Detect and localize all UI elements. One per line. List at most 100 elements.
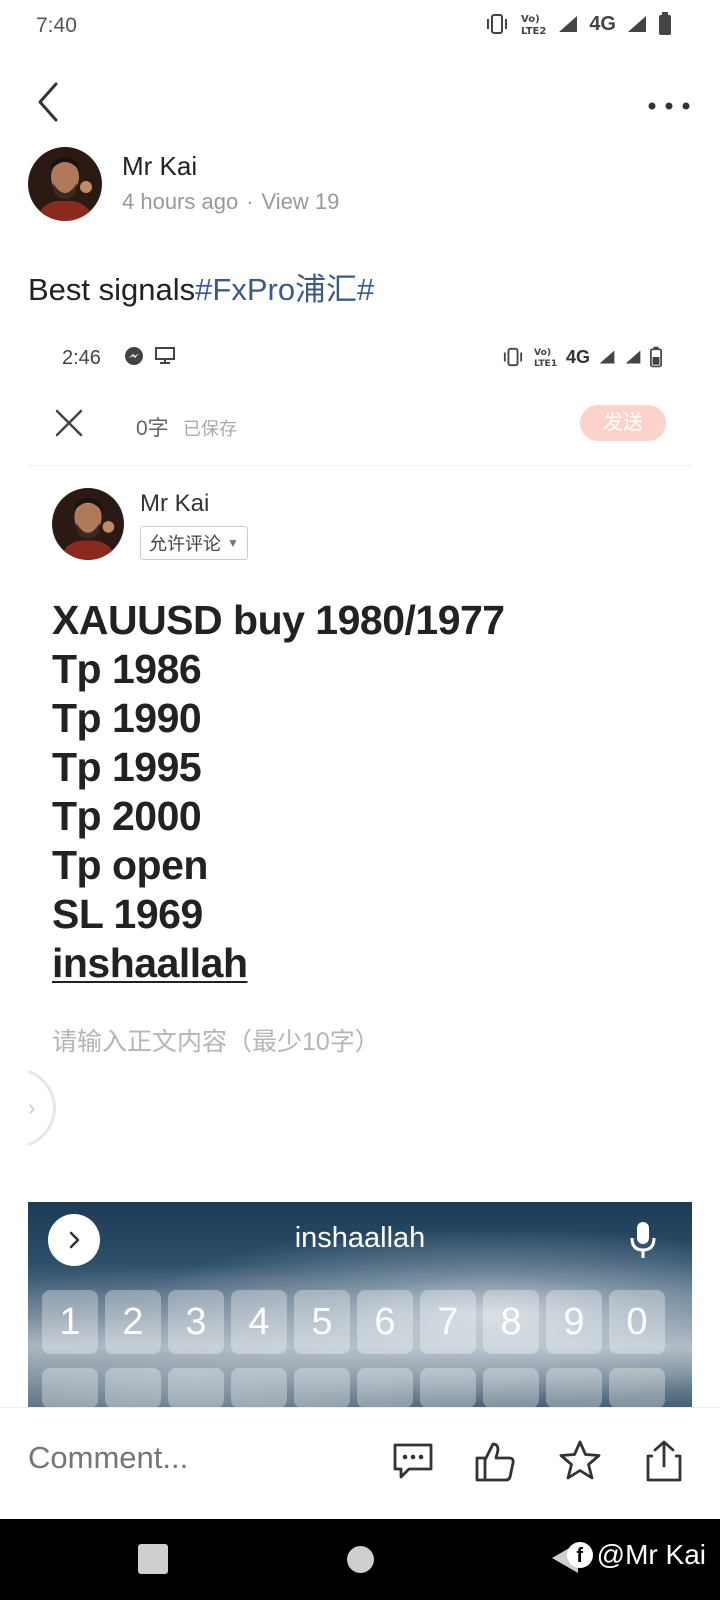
keyboard-key[interactable] [483,1368,539,1408]
post-image[interactable]: 2:46 Vo) LTE1 4G 0字 已保存 发送 Mr Kai 允许评论 ▼… [28,330,692,1408]
image-signal-icon [599,350,615,364]
keyboard-key[interactable] [420,1368,476,1408]
view-count: View 19 [261,189,340,214]
bottom-action-bar [0,1407,720,1519]
svg-text:Vo): Vo) [521,14,540,25]
signal-line: Tp open [52,842,208,888]
saved-status: 已保存 [183,419,237,439]
svg-text:Vo): Vo) [534,347,551,358]
facebook-logo-icon: f [566,1542,593,1568]
keyboard-key[interactable] [168,1368,224,1408]
key-7[interactable]: 7 [420,1290,476,1354]
chevron-right-icon: › [28,1095,36,1120]
keyboard-key[interactable] [357,1368,413,1408]
key-4[interactable]: 4 [231,1290,287,1354]
keyboard: inshaallah 1 2 3 4 5 6 7 8 9 0 [28,1202,692,1408]
status-time: 7:40 [36,14,77,37]
svg-text:LTE2: LTE2 [521,26,546,36]
messenger-icon [125,347,143,365]
signal-line: Tp 1995 [52,744,202,790]
keyboard-number-row: 1 2 3 4 5 6 7 8 9 0 [42,1290,665,1354]
watermark-text: @Mr Kai [596,1539,706,1570]
comment-icon[interactable] [390,1438,436,1484]
microphone-icon[interactable] [628,1220,658,1260]
key-3[interactable]: 3 [168,1290,224,1354]
more-options-icon[interactable] [644,80,694,120]
signal-last-line: inshaallah [52,940,248,986]
image-network-type: 4G [565,346,590,367]
svg-text:LTE1: LTE1 [534,358,557,368]
author-name[interactable]: Mr Kai [122,151,197,182]
post-meta: 4 hours ago · View 19 [122,189,339,215]
close-icon[interactable] [54,408,84,438]
image-status-bar: 2:46 Vo) LTE1 4G [28,330,692,386]
signal-line: Tp 1986 [52,646,202,692]
status-bar: 7:40 Vo) LTE2 4G [0,0,720,54]
keyboard-key[interactable] [294,1368,350,1408]
comment-input[interactable] [28,1440,358,1476]
image-battery-icon [650,346,662,368]
keyboard-letter-row [42,1368,665,1408]
watermark: f @Mr Kai [566,1539,706,1571]
top-bar [0,70,720,130]
status-icons: Vo) LTE2 4G [485,12,672,36]
recent-apps-button[interactable] [138,1544,168,1574]
keyboard-key[interactable] [546,1368,602,1408]
home-button[interactable] [347,1546,374,1573]
share-icon[interactable] [641,1438,687,1484]
send-button[interactable]: 发送 [580,405,666,441]
comment-permission-select[interactable]: 允许评论 ▼ [140,526,248,560]
vibrate-icon [487,14,508,34]
char-count: 0字 [136,417,169,440]
key-5[interactable]: 5 [294,1290,350,1354]
signal-line: SL 1969 [52,891,203,937]
battery-icon [659,12,671,35]
body-placeholder[interactable]: 请输入正文内容（最少10字） [52,1022,380,1058]
volte-icon: Vo)LTE2 [521,14,546,36]
post-time: 4 hours ago [122,189,239,214]
keyboard-suggestion[interactable]: inshaallah [28,1222,692,1255]
comment-permission-value: 允许评论 [149,534,221,554]
keyboard-key[interactable] [42,1368,98,1408]
avatar[interactable] [28,147,102,221]
key-1[interactable]: 1 [42,1290,98,1354]
key-8[interactable]: 8 [483,1290,539,1354]
image-status-icons: Vo) LTE1 4G [502,346,662,368]
key-6[interactable]: 6 [357,1290,413,1354]
like-icon[interactable] [473,1438,519,1484]
image-volte-icon: Vo)LTE1 [534,347,557,368]
post-text: Best signals#FxPro浦汇# [28,264,374,309]
keyboard-suggestion-bar: inshaallah [28,1202,692,1276]
network-type: 4G [589,12,616,35]
side-panel-handle[interactable]: › [28,1068,56,1148]
image-status-time: 2:46 [62,347,101,369]
signal-line: Tp 2000 [52,793,202,839]
post-body: Best signals [28,272,196,307]
signal-icon [559,16,578,32]
keyboard-key[interactable] [105,1368,161,1408]
hashtag-link[interactable]: #FxPro浦汇# [195,272,374,307]
favorite-star-icon[interactable] [557,1438,603,1484]
signal-line: XAUUSD buy 1980/1977 [52,597,505,643]
image-vibrate-icon [503,347,523,367]
editor-avatar [52,488,124,560]
screen-icon [155,347,175,364]
key-0[interactable]: 0 [609,1290,665,1354]
key-9[interactable]: 9 [546,1290,602,1354]
signal-2-icon [628,16,646,32]
chevron-down-icon: ▼ [227,536,239,550]
back-icon[interactable] [28,76,68,124]
meta-separator: · [246,189,254,214]
editor-toolbar: 0字 已保存 发送 [28,400,692,466]
image-signal-2-icon [625,350,641,364]
system-nav-bar: f @Mr Kai [0,1519,720,1600]
editor-author-name: Mr Kai [140,490,210,517]
key-2[interactable]: 2 [105,1290,161,1354]
image-notification-icons [124,346,176,366]
post-author: Mr Kai 4 hours ago · View 19 [28,147,688,221]
signal-text[interactable]: XAUUSD buy 1980/1977 Tp 1986 Tp 1990 Tp … [52,596,505,988]
keyboard-key[interactable] [609,1368,665,1408]
signal-line: Tp 1990 [52,695,202,741]
keyboard-key[interactable] [231,1368,287,1408]
editor-author: Mr Kai 允许评论 ▼ [52,488,652,562]
